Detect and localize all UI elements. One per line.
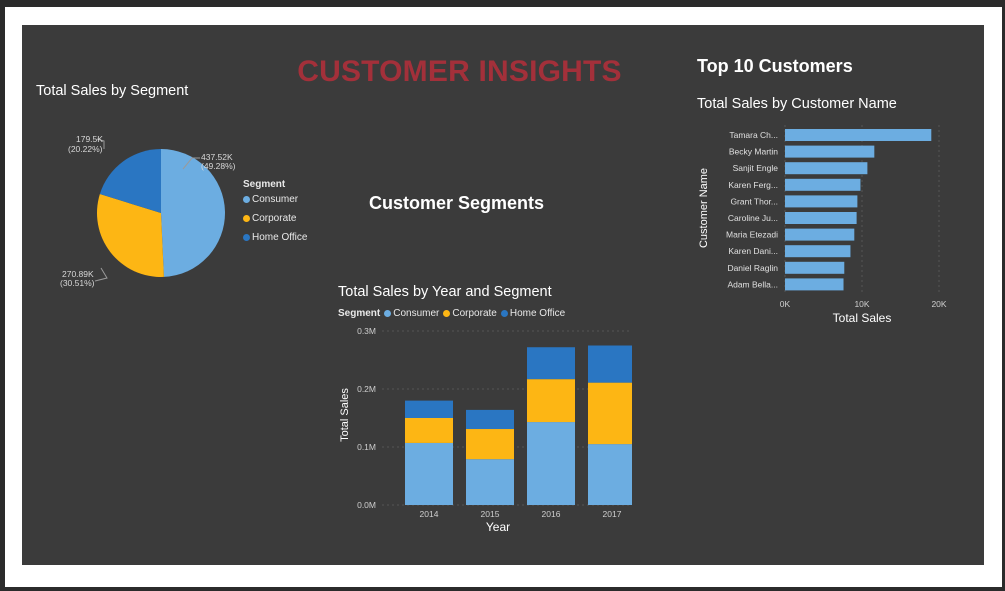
report-canvas: CUSTOMER INSIGHTS Total Sales by Segment… [22,25,984,565]
x-tick-label: 10K [854,299,869,309]
customer-bar[interactable] [785,245,851,258]
customer-bar[interactable] [785,145,875,158]
top-customers-bar-chart[interactable]: Customer Name Tamara Ch... Becky Martin Sa… [687,123,977,328]
pie-label-consumer-pct: (49.28%) [201,161,236,171]
top-customers-x-axis-title: Total Sales [833,311,892,325]
customer-name-label: Karen Dani... [728,246,778,256]
top-customers-chart-title: Total Sales by Customer Name [697,96,897,112]
y-tick-label: 0.3M [357,326,376,336]
stacked-y-axis-title: Total Sales [339,388,351,442]
x-tick-label: 2014 [420,509,439,519]
pie-legend-item-home-office[interactable]: Home Office [243,232,307,243]
top-customers-heading: Top 10 Customers [697,56,853,76]
stacked-legend-item-home-office[interactable]: Home Office [500,308,566,319]
window-frame-top [0,0,1005,7]
customer-name-label: Daniel Raglin [727,263,778,273]
legend-dot-icon [243,215,250,222]
bar-segment-consumer-2016[interactable] [527,422,575,505]
customer-bar[interactable] [785,178,861,191]
legend-dot-icon [243,234,250,241]
customer-bar[interactable] [785,212,857,224]
customer-name-label: Becky Martin [729,147,778,157]
y-tick-label: 0.1M [357,442,376,452]
x-tick-label: 20K [931,299,946,309]
report-title: CUSTOMER INSIGHTS [297,55,622,88]
customer-name-label: Maria Etezadi [726,230,778,240]
bar-segment-consumer-2017[interactable] [588,444,632,505]
bar-segment-corporate-2017[interactable] [588,382,632,445]
legend-label: Corporate [252,213,297,224]
bar-segment-home-office-2017[interactable] [588,345,632,383]
customer-bar[interactable] [785,129,932,141]
stacked-legend: Segment Consumer Corporate Home Office [338,308,565,319]
legend-dot-icon [443,310,451,317]
legend-label: Consumer [252,194,299,205]
legend-label: Corporate [452,308,497,319]
customer-name-label: Adam Bella... [727,279,778,289]
customer-bar[interactable] [785,278,844,291]
pie-legend-item-corporate[interactable]: Corporate [243,213,296,224]
bar-segment-home-office-2014[interactable] [405,400,453,418]
bar-segment-corporate-2014[interactable] [405,418,453,443]
legend-dot-icon [500,310,508,317]
bar-segment-corporate-2015[interactable] [466,429,514,460]
legend-label: Home Office [509,308,566,319]
stacked-legend-item-corporate[interactable]: Corporate [443,308,497,319]
stacked-legend-title: Segment [338,308,381,319]
pie-label-home-office-pct: (20.22%) [68,144,103,154]
pie-legend-title: Segment [243,179,286,190]
customer-bar[interactable] [785,261,845,274]
x-tick-label: 2016 [542,509,561,519]
stacked-legend-item-consumer[interactable]: Consumer [384,308,439,319]
customer-bar[interactable] [785,195,858,208]
customer-name-label: Grant Thor... [730,196,778,206]
top-customers-y-axis-title: Customer Name [698,168,710,248]
customer-name-label: Sanjit Engle [733,163,779,173]
customer-bar[interactable] [785,228,855,241]
customer-name-label: Caroline Ju... [728,213,778,223]
stacked-chart-title: Total Sales by Year and Segment [338,284,552,300]
bar-segment-home-office-2016[interactable] [527,347,575,380]
x-tick-label: 0K [780,299,791,309]
pie-chart-title: Total Sales by Segment [36,83,189,99]
customer-segments-heading: Customer Segments [369,193,545,213]
pie-leader-line-corporate [94,267,108,282]
bar-segment-consumer-2015[interactable] [466,459,514,505]
legend-label: Home Office [252,232,308,243]
x-tick-label: 2015 [481,509,500,519]
y-tick-label: 0.0M [357,500,376,510]
stacked-bar-chart[interactable]: 0.3M 0.2M 0.1M 0.0M Total Sales 2014 2015… [332,323,632,538]
window-frame-left [0,0,5,591]
pie-label-home-office-value: 179.5K [76,134,103,144]
customer-bar[interactable] [785,162,868,175]
legend-dot-icon [384,310,392,317]
bar-segment-consumer-2014[interactable] [405,442,453,505]
customer-name-label: Tamara Ch... [729,130,778,140]
bar-segment-home-office-2015[interactable] [466,409,514,430]
legend-dot-icon [243,196,250,203]
pie-label-corporate-pct: (30.51%) [60,278,95,288]
pie-legend-item-consumer[interactable]: Consumer [243,194,298,205]
window-frame-bottom [0,587,1005,591]
x-tick-label: 2017 [603,509,622,519]
bar-segment-corporate-2016[interactable] [527,379,575,423]
stacked-x-axis-title: Year [486,520,510,534]
legend-label: Consumer [393,308,440,319]
customer-name-label: Karen Ferg... [728,180,778,190]
y-tick-label: 0.2M [357,384,376,394]
